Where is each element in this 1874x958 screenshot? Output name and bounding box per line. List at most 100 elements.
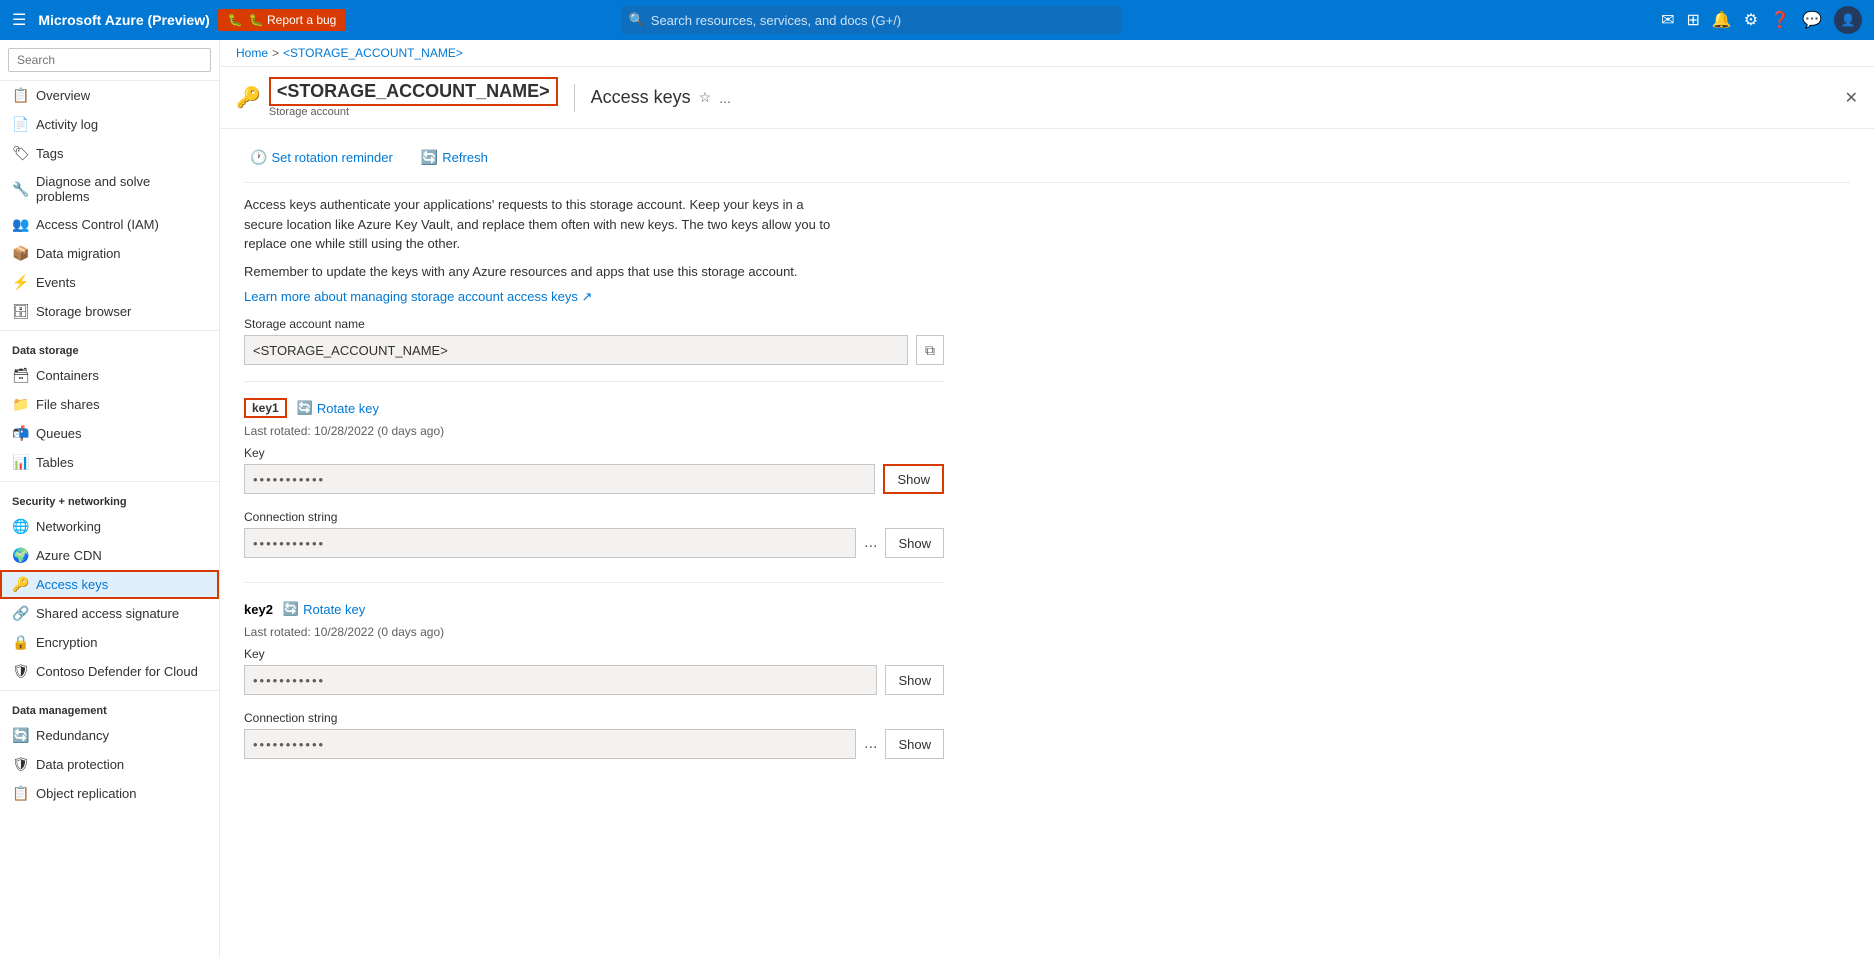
sidebar-label-tables: Tables (36, 455, 207, 470)
set-rotation-button[interactable]: 🕐 Set rotation reminder (244, 145, 399, 170)
access-keys-icon: 🔑 (12, 576, 28, 593)
sidebar-item-containers[interactable]: 🗃 Containers (0, 361, 219, 390)
sidebar-search-input[interactable] (8, 48, 211, 72)
top-navigation: ☰ Microsoft Azure (Preview) 🐛 🐛 Report a… (0, 0, 1874, 40)
storage-browser-icon: 🗄 (12, 303, 28, 320)
migration-icon: 📦 (12, 245, 28, 262)
security-header: Security + networking (0, 486, 219, 512)
bug-icon: 🐛 (228, 13, 243, 27)
key2-rotate-label: Rotate key (303, 602, 365, 617)
sidebar-item-shared-access[interactable]: 🔗 Shared access signature (0, 599, 219, 628)
sidebar-item-queues[interactable]: 📬 Queues (0, 419, 219, 448)
learn-more-link[interactable]: Learn more about managing storage accoun… (244, 289, 592, 304)
breadcrumb-resource[interactable]: <STORAGE_ACCOUNT_NAME> (283, 46, 463, 60)
cdn-icon: 🌍 (12, 547, 28, 564)
sidebar-item-defender[interactable]: 🛡 Contoso Defender for Cloud (0, 657, 219, 686)
more-options-icon[interactable]: ... (719, 90, 731, 106)
global-search-bar[interactable]: 🔍 (621, 6, 1121, 34)
sidebar-item-storage-browser[interactable]: 🗄 Storage browser (0, 297, 219, 326)
storage-account-name-row: ⧉ (244, 335, 944, 365)
sidebar-item-data-migration[interactable]: 📦 Data migration (0, 239, 219, 268)
favorite-star-icon[interactable]: ☆ (699, 89, 712, 106)
data-storage-header: Data storage (0, 335, 219, 361)
refresh-button[interactable]: 🔄 Refresh (415, 145, 494, 170)
key1-key-label: Key (244, 446, 944, 460)
feedback-icon[interactable]: 💬 (1802, 10, 1822, 30)
key2-show-key-button[interactable]: Show (885, 665, 944, 695)
key2-section: key2 🔄 Rotate key Last rotated: 10/28/20… (244, 582, 944, 759)
iam-icon: 👥 (12, 216, 28, 233)
sidebar-item-diagnose[interactable]: 🔧 Diagnose and solve problems (0, 168, 219, 210)
report-bug-button[interactable]: 🐛 🐛 Report a bug (218, 9, 347, 31)
sidebar-item-events[interactable]: ⚡ Events (0, 268, 219, 297)
copy-storage-name-button[interactable]: ⧉ (916, 335, 944, 365)
sidebar-item-redundancy[interactable]: 🔄 Redundancy (0, 721, 219, 750)
redundancy-icon: 🔄 (12, 727, 28, 744)
key2-connection-input[interactable] (244, 729, 856, 759)
storage-account-name-group: Storage account name ⧉ (244, 317, 944, 365)
key2-show-connection-button[interactable]: Show (885, 729, 944, 759)
breadcrumb-separator-1: > (272, 46, 279, 60)
key1-key-group: Key Show (244, 446, 944, 494)
key1-show-connection-button[interactable]: Show (885, 528, 944, 558)
sidebar-label-file-shares: File shares (36, 397, 207, 412)
sidebar-label-queues: Queues (36, 426, 207, 441)
sidebar-item-data-protection[interactable]: 🛡 Data protection (0, 750, 219, 779)
sidebar-item-azure-cdn[interactable]: 🌍 Azure CDN (0, 541, 219, 570)
sidebar-item-networking[interactable]: 🌐 Networking (0, 512, 219, 541)
key2-rotate-button[interactable]: 🔄 Rotate key (281, 599, 367, 619)
sidebar-label-shared-access: Shared access signature (36, 606, 207, 621)
sidebar-label-storage-browser: Storage browser (36, 304, 207, 319)
key1-connection-group: Connection string ... Show (244, 510, 944, 558)
storage-account-name-input[interactable] (244, 335, 908, 365)
header-divider (574, 84, 575, 112)
overview-icon: 📋 (12, 87, 28, 104)
app-brand: Microsoft Azure (Preview) (38, 12, 209, 28)
settings-icon[interactable]: ⚙ (1744, 10, 1758, 30)
content-toolbar: 🕐 Set rotation reminder 🔄 Refresh (244, 145, 1850, 183)
email-icon[interactable]: ✉ (1661, 10, 1674, 30)
user-avatar[interactable]: 👤 (1834, 6, 1862, 34)
sidebar-item-encryption[interactable]: 🔒 Encryption (0, 628, 219, 657)
sidebar-item-tables[interactable]: 📊 Tables (0, 448, 219, 477)
key2-key-input[interactable] (244, 665, 877, 695)
sidebar-label-encryption: Encryption (36, 635, 207, 650)
sidebar-item-access-control[interactable]: 👥 Access Control (IAM) (0, 210, 219, 239)
shared-access-icon: 🔗 (12, 605, 28, 622)
sidebar-item-file-shares[interactable]: 📁 File shares (0, 390, 219, 419)
sidebar-label-defender: Contoso Defender for Cloud (36, 664, 207, 679)
sidebar-item-tags[interactable]: 🏷 Tags (0, 139, 219, 168)
close-page-icon[interactable]: ✕ (1845, 88, 1858, 108)
key1-key-input[interactable] (244, 464, 875, 494)
sidebar-label-diagnose: Diagnose and solve problems (36, 174, 207, 204)
key1-rotate-button[interactable]: 🔄 Rotate key (295, 398, 381, 418)
divider-security (0, 481, 219, 482)
sidebar-search-container[interactable] (0, 40, 219, 81)
dashboard-icon[interactable]: ⊞ (1686, 10, 1699, 30)
set-rotation-label: Set rotation reminder (271, 150, 392, 165)
sidebar-label-cdn: Azure CDN (36, 548, 207, 563)
key1-connection-input[interactable] (244, 528, 856, 558)
key2-last-rotated: Last rotated: 10/28/2022 (0 days ago) (244, 625, 944, 639)
tags-icon: 🏷 (12, 145, 28, 162)
queues-icon: 📬 (12, 425, 28, 442)
global-search-input[interactable] (651, 13, 1113, 28)
breadcrumb-home[interactable]: Home (236, 46, 268, 60)
sidebar-item-access-keys[interactable]: 🔑 Access keys (0, 570, 219, 599)
resource-name-container: <STORAGE_ACCOUNT_NAME> Storage account (269, 77, 558, 118)
rotation-icon: 🕐 (250, 149, 267, 166)
sidebar-label-tags: Tags (36, 146, 207, 161)
key2-connection-label: Connection string (244, 711, 944, 725)
notification-icon[interactable]: 🔔 (1712, 10, 1732, 30)
help-icon[interactable]: ❓ (1770, 10, 1790, 30)
key2-connection-row: ... Show (244, 729, 944, 759)
sidebar-item-activity-log[interactable]: 📄 Activity log (0, 110, 219, 139)
key2-connection-dots: ... (864, 735, 877, 753)
key1-show-key-button[interactable]: Show (883, 464, 944, 494)
sidebar-item-overview[interactable]: 📋 Overview (0, 81, 219, 110)
sidebar-item-object-replication[interactable]: 📋 Object replication (0, 779, 219, 808)
hamburger-menu[interactable]: ☰ (12, 10, 26, 30)
events-icon: ⚡ (12, 274, 28, 291)
data-protection-icon: 🛡 (12, 756, 28, 773)
sidebar-label-overview: Overview (36, 88, 207, 103)
